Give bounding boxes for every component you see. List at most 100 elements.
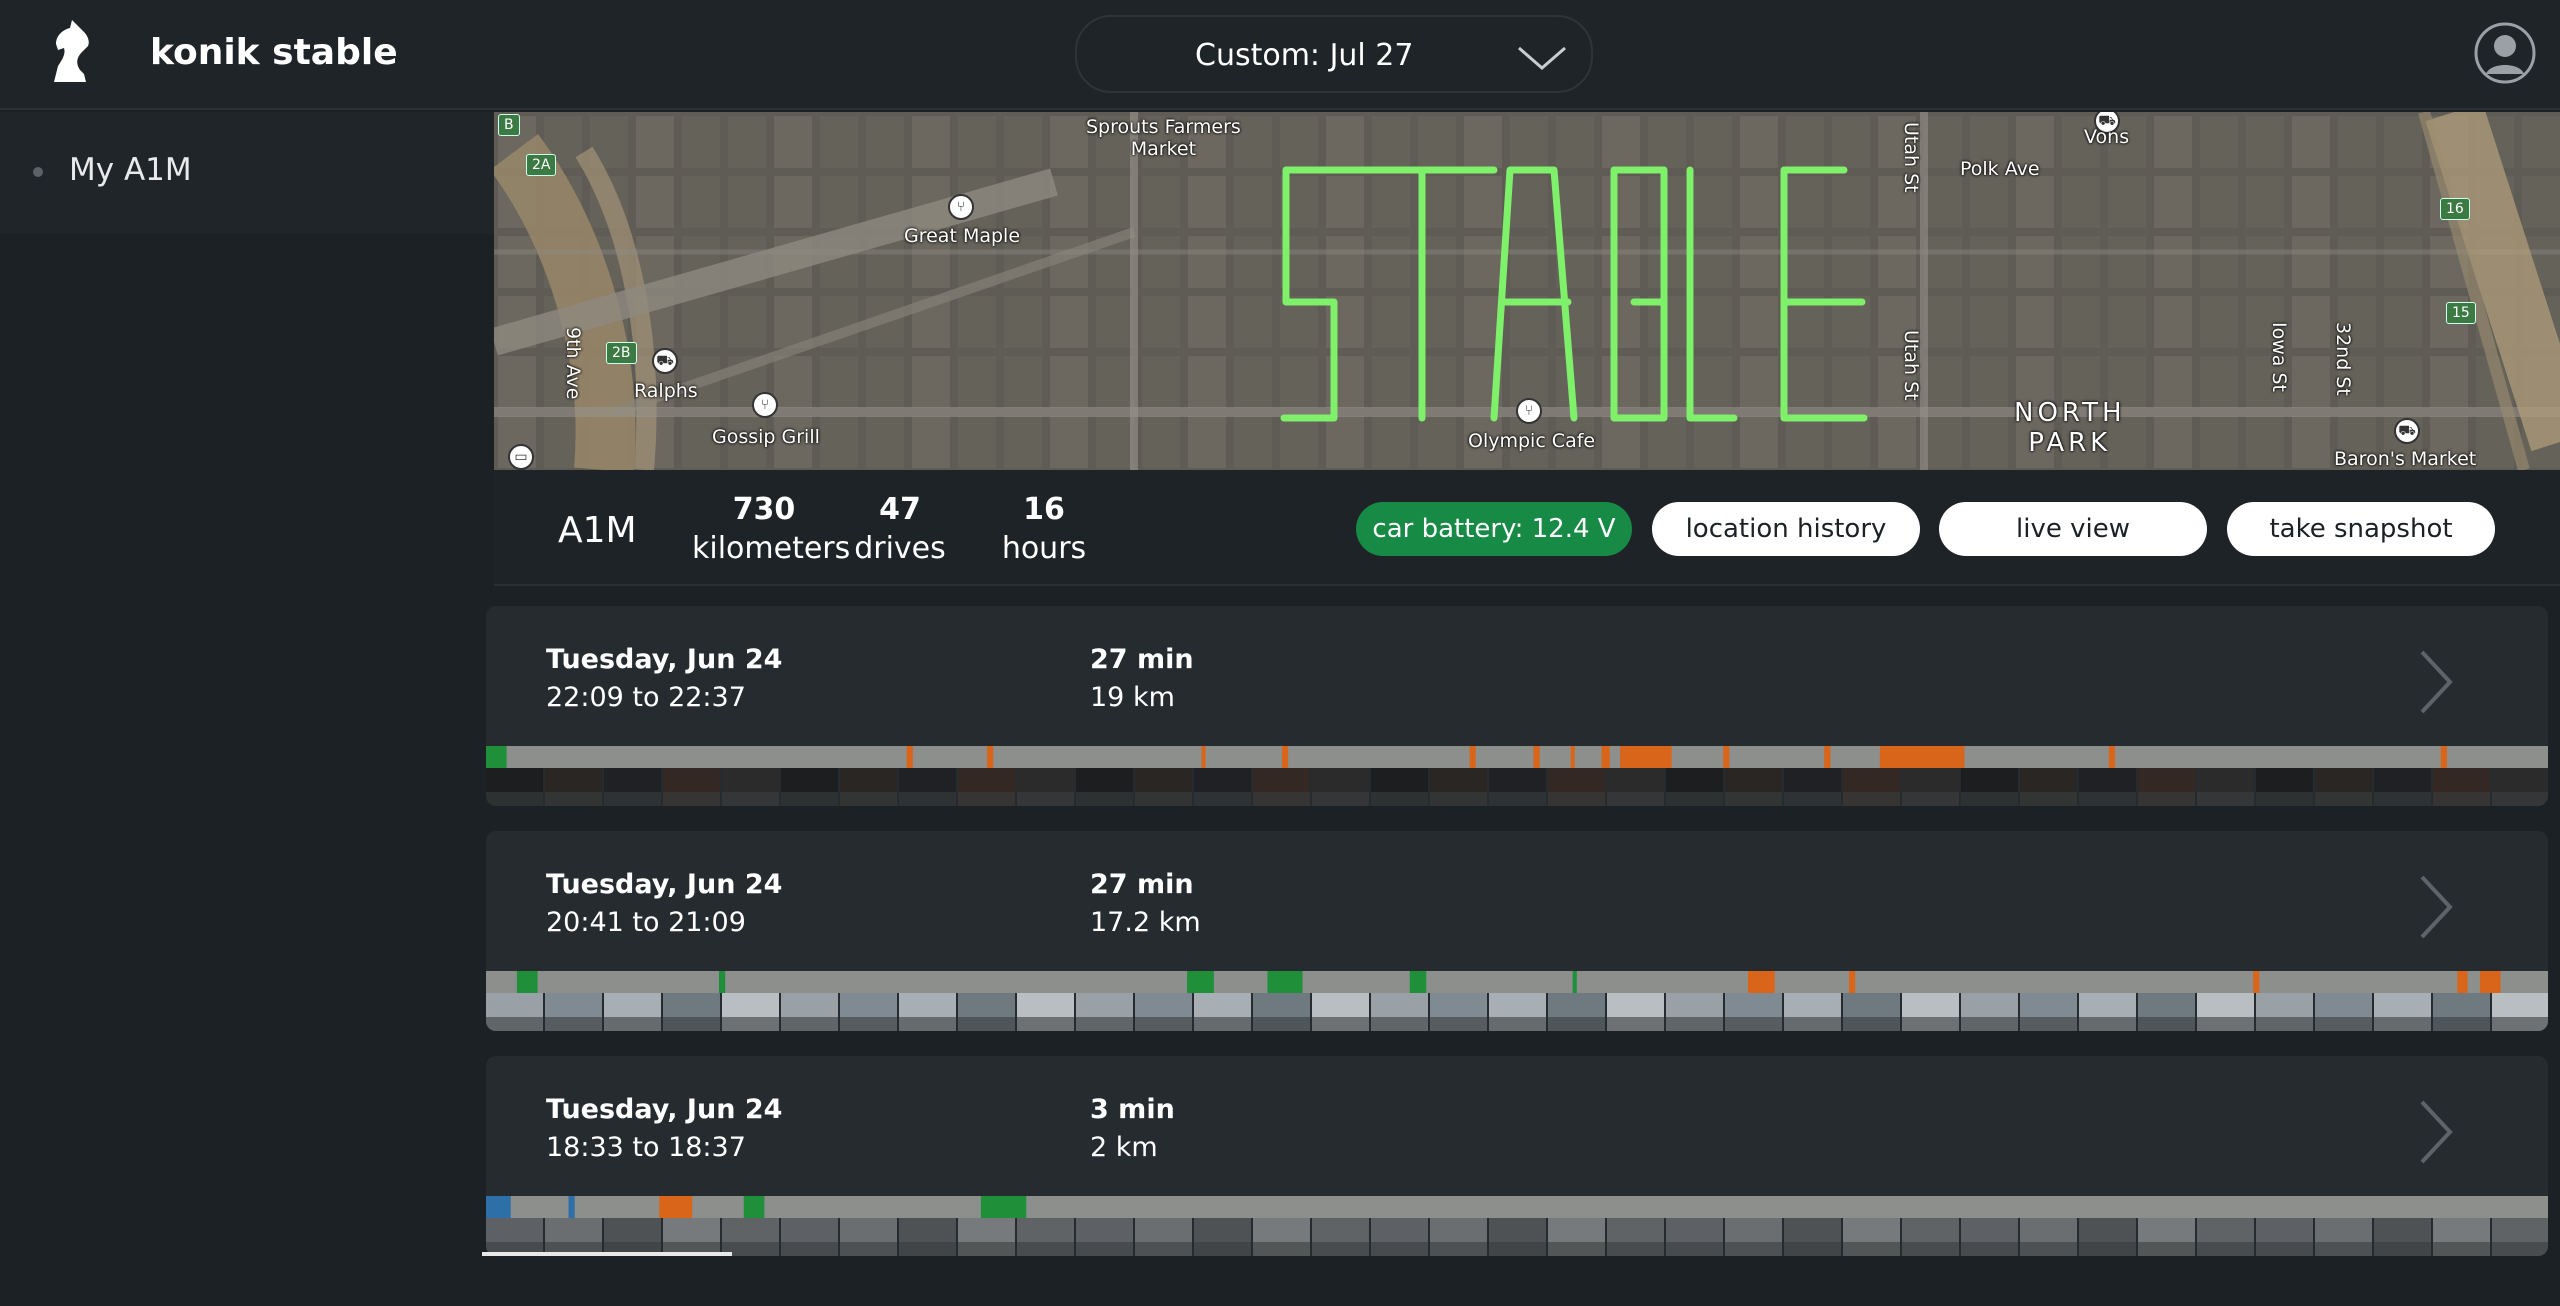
thumbnail-road: [1312, 1242, 1369, 1256]
thumbnail-road: [1666, 792, 1723, 806]
map-city-block: [1280, 356, 1318, 408]
drive-card[interactable]: Tuesday, Jun 24 22:09 to 22:37 27 min 19…: [486, 606, 2548, 806]
brand-title[interactable]: konik stable: [150, 32, 398, 73]
thumbnail-road: [1607, 1017, 1664, 1031]
map-city-block: [2154, 416, 2192, 468]
map-city-block: [1924, 176, 1962, 228]
thumbnail-road: [1607, 792, 1664, 806]
chevron-right-icon[interactable]: [2416, 646, 2456, 718]
map-city-block: [866, 356, 904, 408]
thumbnail-road: [1961, 1242, 2018, 1256]
map-city-block: [820, 116, 858, 168]
thumbnail-road: [899, 1017, 956, 1031]
map-city-block: [498, 236, 536, 288]
map-label-32nd-st: 32nd St: [2332, 322, 2354, 396]
map-city-block: [1510, 176, 1548, 228]
map-city-block: [1326, 176, 1364, 228]
device-stats-bar: A1M 730 kilometers 47 drives 16 hours ca…: [494, 470, 2560, 586]
thumbnail-road: [1076, 1017, 1133, 1031]
map-city-block: [1280, 116, 1318, 168]
timeline-segment-orange: [2108, 746, 2115, 768]
map-label-iowa-st: Iowa St: [2268, 322, 2290, 392]
thumbnail-road: [1430, 1242, 1487, 1256]
date-range-select[interactable]: Custom: Jul 27: [1075, 15, 1593, 93]
map-city-block: [1694, 296, 1732, 348]
map-city-block: [728, 116, 766, 168]
sidebar: My A1M: [0, 112, 494, 1306]
map-city-block: [2200, 296, 2238, 348]
thumbnail-road: [1076, 792, 1133, 806]
map-label-utah-st: Utah St: [1900, 330, 1922, 401]
thumbnail-road: [2315, 1242, 2372, 1256]
map-city-block: [1142, 416, 1180, 468]
timeline-segment-orange: [2440, 746, 2447, 768]
drive-time-range: 22:09 to 22:37: [546, 682, 746, 713]
thumbnail-road: [663, 1017, 720, 1031]
timeline-segment-orange: [1201, 746, 1206, 768]
knight-logo-icon[interactable]: [46, 20, 96, 86]
drive-timeline[interactable]: [486, 971, 2548, 993]
restaurant-icon: ⑂: [948, 194, 974, 220]
drive-timeline[interactable]: [486, 1196, 2548, 1218]
thumbnail-road: [1843, 1242, 1900, 1256]
thumbnail-road: [604, 1017, 661, 1031]
map-city-block: [1464, 236, 1502, 288]
map-city-block: [1602, 416, 1640, 468]
thumbnail-road: [722, 792, 779, 806]
take-snapshot-button[interactable]: take snapshot: [2227, 502, 2495, 556]
map-city-block: [1970, 356, 2008, 408]
route-shield-b: B: [498, 114, 520, 136]
map-city-block: [820, 176, 858, 228]
stat-kilometers: 730 kilometers: [692, 492, 850, 566]
drive-timeline[interactable]: [486, 746, 2548, 768]
thumbnail-road: [1902, 1242, 1959, 1256]
map-city-block: [2200, 116, 2238, 168]
map-city-block: [2062, 176, 2100, 228]
drive-date: Tuesday, Jun 24: [546, 1094, 783, 1125]
drive-thumbnails: [486, 993, 2548, 1031]
thumbnail-road: [1194, 792, 1251, 806]
drive-card[interactable]: Tuesday, Jun 24 18:33 to 18:37 3 min 2 k…: [486, 1056, 2548, 1256]
map-city-block: [1740, 236, 1778, 288]
thumbnail-road: [2079, 792, 2136, 806]
map-city-block: [1372, 236, 1410, 288]
map-city-block: [2200, 356, 2238, 408]
map-city-block: [1970, 176, 2008, 228]
map-city-block: [2154, 296, 2192, 348]
map-city-block: [1142, 296, 1180, 348]
date-range-label: Custom: Jul 27: [1195, 38, 1414, 73]
location-history-button[interactable]: location history: [1652, 502, 1920, 556]
map-city-block: [1924, 416, 1962, 468]
thumbnail-road: [2197, 1242, 2254, 1256]
map-city-block: [1234, 176, 1272, 228]
map-city-block: [1464, 116, 1502, 168]
sidebar-item-my-a1m[interactable]: My A1M: [0, 112, 494, 234]
timeline-track: [486, 971, 2548, 993]
thumbnail-road: [840, 1242, 897, 1256]
car-battery-badge[interactable]: car battery: 12.4 V: [1356, 502, 1632, 556]
map-city-block: [2154, 116, 2192, 168]
drive-card[interactable]: Tuesday, Jun 24 20:41 to 21:09 27 min 17…: [486, 831, 2548, 1031]
chevron-right-icon[interactable]: [2416, 871, 2456, 943]
thumbnail-road: [958, 1242, 1015, 1256]
thumbnail-road: [1548, 792, 1605, 806]
thumbnail-road: [840, 1017, 897, 1031]
map-city-block: [1326, 116, 1364, 168]
chevron-right-icon[interactable]: [2416, 1096, 2456, 1168]
map-city-block: [1924, 116, 1962, 168]
map-city-block: [1924, 296, 1962, 348]
route-shield-2b: 2B: [606, 342, 637, 364]
map-city-block: [912, 356, 950, 408]
map-city-block: [1188, 236, 1226, 288]
thumbnail-road: [2433, 792, 2490, 806]
chevron-down-icon: [1518, 46, 1566, 70]
map-city-block: [1832, 356, 1870, 408]
live-view-button[interactable]: live view: [1939, 502, 2207, 556]
thumbnail-road: [1135, 1017, 1192, 1031]
thumbnail-road: [2197, 1017, 2254, 1031]
map-city-block: [1050, 176, 1088, 228]
map-city-block: [1740, 116, 1778, 168]
user-avatar-icon[interactable]: [2474, 22, 2536, 84]
map-city-block: [1832, 116, 1870, 168]
route-map[interactable]: B 2A 2B 16 15 Sprouts Farmers Market ⑂ G…: [494, 112, 2560, 470]
